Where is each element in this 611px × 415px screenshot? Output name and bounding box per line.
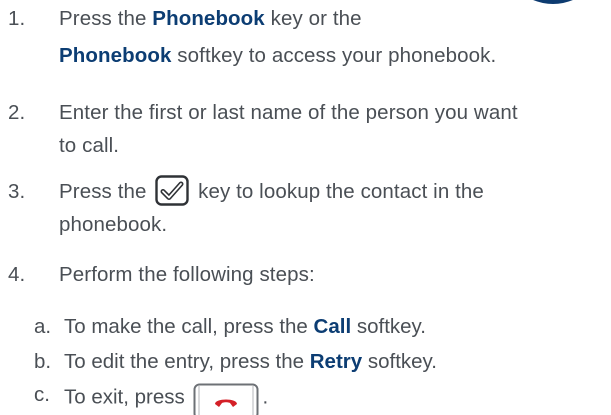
step-text-fragment: softkey to access your phonebook. xyxy=(172,44,497,67)
substep-text-fragment: To exit, press xyxy=(64,385,190,408)
call-softkey-name: Call xyxy=(314,315,352,338)
substep-text-fragment: To make the call, press the xyxy=(64,315,314,338)
step-3: 3. Press the key to lookup the contact i… xyxy=(8,175,601,241)
substep-text: To exit, press . xyxy=(64,382,601,414)
checkmark-key-icon xyxy=(155,175,189,206)
step-text-line: Perform the following steps: xyxy=(59,258,601,291)
step-text: Press the key to lookup the contact in t… xyxy=(59,175,601,241)
substep-text-fragment: To edit the entry, press the xyxy=(64,350,310,373)
step-text-line: phonebook. xyxy=(59,208,601,241)
step-number: 4. xyxy=(8,258,59,291)
end-call-key-icon xyxy=(193,383,259,415)
step-text-line: to call. xyxy=(59,129,601,162)
phonebook-softkey-name: Phonebook xyxy=(59,44,172,67)
substep-b: b. To edit the entry, press the Retry so… xyxy=(34,349,601,374)
step-number: 3. xyxy=(8,175,59,208)
step-text-fragment: key or the xyxy=(265,7,362,30)
substep-text-fragment: softkey. xyxy=(362,350,437,373)
step-4: 4. Perform the following steps: xyxy=(8,258,601,291)
substep-letter: a. xyxy=(34,314,64,339)
step-1: 1. Press the Phonebook key or the Phoneb… xyxy=(8,2,601,72)
substep-c: c. To exit, press . xyxy=(34,382,601,414)
substep-letter: b. xyxy=(34,349,64,374)
phonebook-key-name: Phonebook xyxy=(152,7,265,30)
step-text-fragment: Press the xyxy=(59,7,152,30)
substep-letter: c. xyxy=(34,382,64,407)
step-text: Enter the first or last name of the pers… xyxy=(59,96,601,162)
step-text-fragment: key to lookup the contact in the xyxy=(192,180,484,203)
step-text: Perform the following steps: xyxy=(59,258,601,291)
substep-text: To make the call, press the Call softkey… xyxy=(64,314,601,339)
step-text: Press the Phonebook key or the Phonebook… xyxy=(59,2,601,72)
retry-softkey-name: Retry xyxy=(310,350,362,373)
substep-text-fragment: . xyxy=(262,385,268,408)
substep-text: To edit the entry, press the Retry softk… xyxy=(64,349,601,374)
step-number: 1. xyxy=(8,2,59,35)
step-text-line: Enter the first or last name of the pers… xyxy=(59,96,601,129)
substep-text-fragment: softkey. xyxy=(351,315,426,338)
substep-a: a. To make the call, press the Call soft… xyxy=(34,314,601,339)
step-2: 2. Enter the first or last name of the p… xyxy=(8,96,601,162)
step-text-fragment: Press the xyxy=(59,180,152,203)
step-number: 2. xyxy=(8,96,59,129)
